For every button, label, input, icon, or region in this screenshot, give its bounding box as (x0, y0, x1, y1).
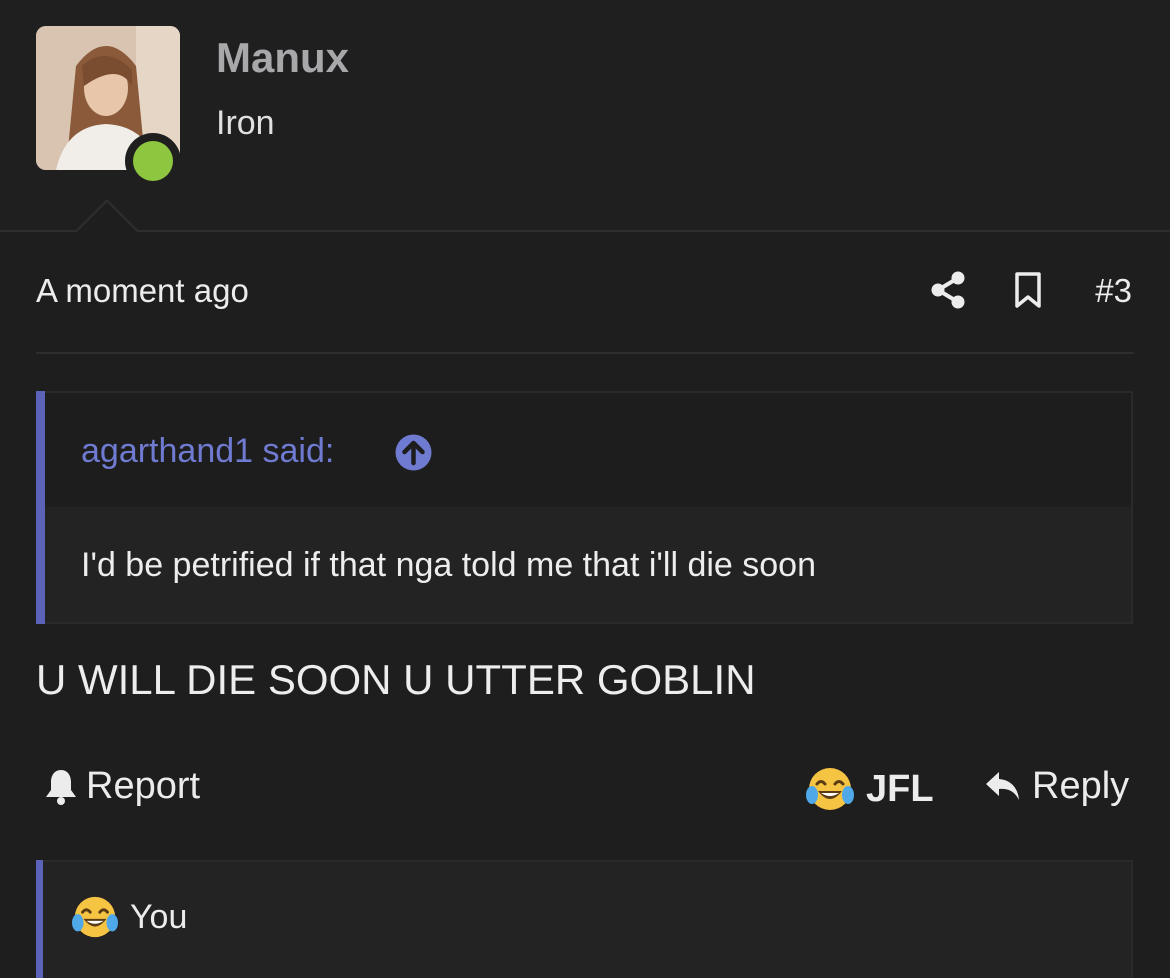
username[interactable]: Manux (216, 34, 349, 82)
crying-laughing-emoji-icon (72, 894, 118, 945)
reaction-button[interactable]: JFL (806, 765, 934, 813)
quote-text: I'd be petrified if that nga told me tha… (81, 546, 816, 584)
reaction-label: JFL (866, 767, 934, 810)
quote-author-link[interactable]: agarthand1 said: (81, 432, 334, 471)
post-timestamp[interactable]: A moment ago (36, 272, 249, 310)
user-title: Iron (216, 104, 275, 142)
post-number-link[interactable]: #3 (1095, 272, 1132, 310)
post-message: U WILL DIE SOON U UTTER GOBLIN (36, 656, 756, 703)
reply-button[interactable]: Reply (984, 765, 1129, 808)
bookmark-icon[interactable] (1013, 270, 1043, 315)
meta-divider (36, 352, 1134, 354)
reactions-bar[interactable] (36, 860, 1133, 978)
report-label: Report (86, 765, 201, 807)
header-pointer (74, 199, 140, 233)
online-status-indicator (125, 133, 181, 189)
bell-icon (46, 769, 76, 805)
report-button[interactable]: Report (44, 765, 200, 808)
reactions-user-link[interactable]: You (130, 898, 187, 937)
reactions-accent-bar (36, 860, 43, 978)
arrow-up-circle-icon[interactable] (395, 434, 432, 471)
reply-arrow-icon (986, 771, 1019, 800)
quote-accent-bar (36, 391, 45, 624)
crying-laughing-emoji-icon (806, 768, 854, 810)
forum-post: Manux Iron A moment ago #3 agarthand1 sa… (0, 0, 1170, 978)
share-icon[interactable] (929, 270, 967, 315)
reply-label: Reply (1032, 765, 1130, 807)
